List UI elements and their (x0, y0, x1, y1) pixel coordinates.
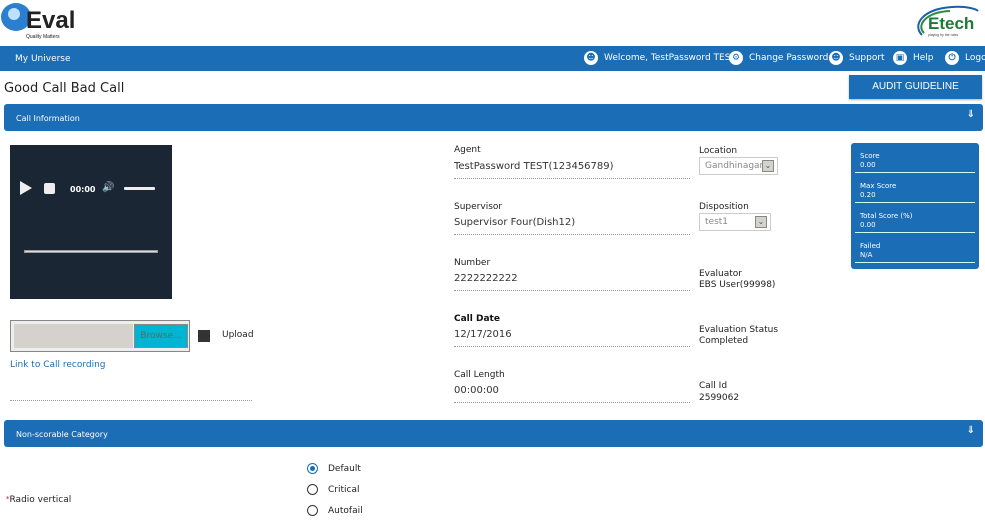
help-label: Help (913, 53, 934, 63)
location-label: Location (699, 146, 738, 156)
radio-option-label: Autofail (328, 505, 363, 516)
collapse-chevron-icon[interactable]: ⇓ (967, 425, 975, 436)
divider (454, 178, 690, 179)
svg-text:Quality Matters: Quality Matters (26, 34, 60, 40)
upload-checkbox[interactable] (198, 330, 210, 342)
playback-time: 00:00 (70, 185, 96, 194)
call-length-value: 00:00:00 (454, 385, 499, 396)
max-score-label: Max Score (860, 182, 897, 190)
play-icon[interactable] (20, 181, 32, 195)
radio-button[interactable] (307, 505, 318, 516)
evaluation-status-label: Evaluation Status (699, 325, 779, 335)
radio-question-text: Radio vertical (9, 495, 72, 505)
radio-option-default[interactable]: Default (307, 463, 361, 474)
number-label: Number (454, 258, 491, 268)
divider (454, 290, 690, 291)
evaluation-status-value: Completed (699, 336, 749, 346)
browse-button[interactable]: Browse... (134, 324, 188, 348)
divider (10, 400, 252, 401)
help-link[interactable]: ▣ Help (893, 51, 934, 65)
power-icon: ⏻ (945, 51, 959, 65)
support-label: Support (849, 53, 885, 63)
call-date-value: 12/17/2016 (454, 329, 512, 340)
call-id-value: 2599062 (699, 393, 740, 403)
failed-value: N/A (860, 251, 873, 259)
disposition-selected-value: test1 (705, 217, 729, 227)
call-date-label: Call Date (454, 314, 500, 324)
supervisor-value: Supervisor Four(Dish12) (454, 217, 576, 228)
agent-value: TestPassword TEST(123456789) (454, 161, 614, 172)
non-scorable-category-title: Non-scorable Category (16, 430, 108, 439)
help-book-icon: ▣ (893, 51, 907, 65)
radio-button[interactable] (307, 463, 318, 474)
file-upload-control: Browse... (10, 320, 190, 352)
radio-button[interactable] (307, 484, 318, 495)
audit-guideline-button[interactable]: AUDIT GUIDELINE (849, 75, 982, 99)
svg-text:playing by the rules: playing by the rules (928, 33, 958, 37)
call-information-header[interactable]: Call Information ⇓ (4, 104, 983, 131)
stop-icon[interactable] (44, 183, 55, 194)
logout-link[interactable]: ⏻ Logout (945, 51, 985, 65)
divider (454, 234, 690, 235)
file-path-field[interactable] (14, 324, 133, 348)
svg-text:Etech: Etech (928, 14, 974, 33)
score-row: Score 0.00 (855, 143, 975, 173)
collapse-chevron-icon[interactable]: ⇓ (967, 109, 975, 120)
disposition-select[interactable]: test1 ⌄ (699, 213, 771, 231)
total-score-label: Total Score (%) (860, 212, 913, 220)
radio-question-label: *Radio vertical (6, 495, 71, 505)
number-value: 2222222222 (454, 273, 518, 284)
top-navigation-bar: My Universe ☻ Welcome, TestPassword TEST… (0, 46, 985, 71)
location-selected-value: Gandhinagar (705, 161, 764, 171)
change-password-label: Change Password (749, 53, 829, 63)
qeval-logo: Eval Quality Matters (0, 0, 80, 42)
evaluator-label: Evaluator (699, 269, 742, 279)
score-value: 0.00 (860, 161, 876, 169)
max-score-row: Max Score 0.20 (855, 173, 975, 203)
user-icon: ☻ (584, 51, 598, 65)
score-panel: Score 0.00 Max Score 0.20 Total Score (%… (851, 143, 979, 269)
upload-label: Upload (222, 330, 254, 340)
audio-player: 00:00 🔊 (10, 145, 172, 299)
divider (454, 402, 690, 403)
failed-row: Failed N/A (855, 233, 975, 263)
max-score-value: 0.20 (860, 191, 876, 199)
radio-option-label: Default (328, 463, 361, 474)
volume-icon[interactable]: 🔊 (102, 182, 114, 193)
evaluator-value: EBS User(99998) (699, 280, 776, 290)
score-label: Score (860, 152, 880, 160)
agent-label: Agent (454, 145, 481, 155)
volume-slider[interactable] (124, 187, 155, 190)
etech-logo: Etech playing by the rules (912, 3, 980, 41)
svg-text:Eval: Eval (26, 7, 75, 34)
divider (454, 346, 690, 347)
failed-label: Failed (860, 242, 881, 250)
radio-option-label: Critical (328, 484, 360, 495)
call-recording-link[interactable]: Link to Call recording (10, 360, 106, 370)
supervisor-label: Supervisor (454, 202, 503, 212)
my-universe-link[interactable]: My Universe (15, 54, 71, 64)
location-select[interactable]: Gandhinagar ⌄ (699, 157, 778, 175)
support-icon: ☻ (829, 51, 843, 65)
radio-option-critical[interactable]: Critical (307, 484, 359, 495)
gear-icon: ⚙ (729, 51, 743, 65)
chevron-down-icon: ⌄ (762, 160, 774, 172)
call-information-title: Call Information (16, 114, 80, 123)
logout-label: Logout (965, 53, 985, 63)
page-title: Good Call Bad Call (4, 81, 125, 96)
seek-bar[interactable] (24, 250, 158, 253)
call-length-label: Call Length (454, 370, 505, 380)
disposition-label: Disposition (699, 202, 749, 212)
call-id-label: Call Id (699, 381, 728, 391)
change-password-link[interactable]: ⚙ Change Password (729, 51, 828, 65)
total-score-row: Total Score (%) 0.00 (855, 203, 975, 233)
chevron-down-icon: ⌄ (755, 216, 767, 228)
non-scorable-category-header[interactable]: Non-scorable Category ⇓ (4, 420, 983, 447)
total-score-value: 0.00 (860, 221, 876, 229)
radio-option-autofail[interactable]: Autofail (307, 505, 363, 516)
support-link[interactable]: ☻ Support (829, 51, 885, 65)
welcome-label: Welcome, TestPassword TEST (604, 53, 736, 63)
welcome-user[interactable]: ☻ Welcome, TestPassword TEST (584, 51, 736, 65)
